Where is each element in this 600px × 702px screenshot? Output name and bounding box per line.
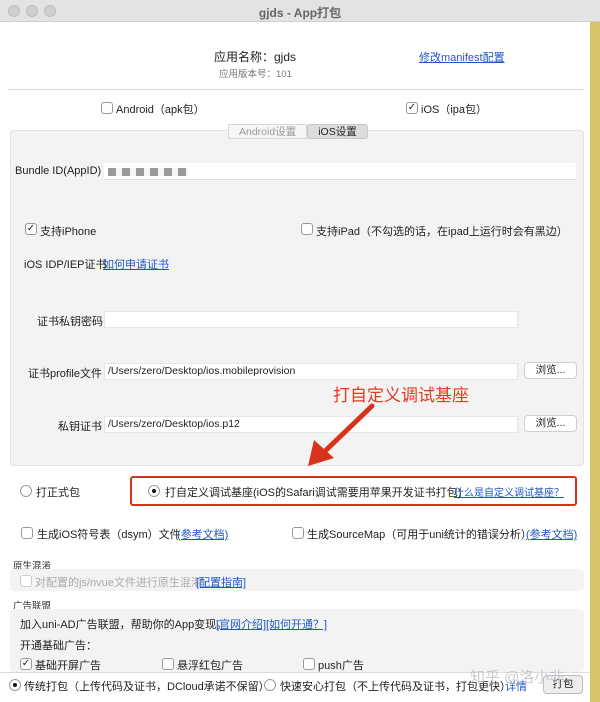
ad-splash-label: 基础开屏广告	[35, 660, 101, 672]
custom-base-radio[interactable]	[148, 485, 160, 497]
ad-redpacket-checkbox[interactable]	[162, 658, 174, 670]
app-version: 应用版本号：101	[219, 69, 292, 80]
scrollbar[interactable]	[590, 22, 600, 702]
dsym-docs-link[interactable]: (参考文档)	[177, 526, 228, 542]
ad-how-link[interactable]: [如何开通？]	[266, 616, 327, 632]
support-iphone-label: 支持iPhone	[40, 226, 97, 238]
native-mix-guide-link[interactable]: [配置指南]	[196, 574, 246, 590]
android-label: Android（apk包）	[116, 104, 205, 116]
formal-package-radio[interactable]	[20, 485, 32, 497]
sourcemap-label: 生成SourceMap（可用于uni统计的错误分析）	[307, 529, 532, 541]
native-mix-checkbox[interactable]	[20, 575, 32, 587]
bundle-id-label: Bundle ID(AppID)	[15, 165, 102, 177]
profile-input[interactable]: /Users/zero/Desktop/ios.mobileprovision	[104, 363, 518, 380]
ad-redpacket-label: 悬浮红包广告	[177, 660, 243, 672]
support-iphone-checkbox[interactable]: ✓	[25, 223, 37, 235]
title-bar: gjds - App打包	[0, 0, 600, 22]
ad-basic-title: 开通基础广告：	[20, 640, 97, 652]
profile-label: 证书profile文件	[28, 368, 102, 380]
private-key-password-input[interactable]	[104, 311, 518, 328]
how-to-apply-cert-link[interactable]: 如何申请证书	[103, 256, 169, 272]
private-key-password-label: 证书私钥密码	[37, 316, 103, 328]
traditional-pack-radio[interactable]	[9, 679, 21, 691]
native-mix-label: 对配置的js/nvue文件进行原生混淆	[35, 577, 202, 589]
private-cert-browse-button[interactable]: 浏览...	[524, 415, 577, 432]
android-checkbox[interactable]	[101, 102, 113, 114]
ios-label: iOS（ipa包）	[421, 104, 488, 116]
annotation-arrow	[308, 403, 375, 466]
formal-package-label: 打正式包	[36, 487, 80, 499]
what-is-custom-base-link[interactable]: 什么是自定义调试基座？	[454, 484, 564, 499]
sourcemap-docs-link[interactable]: (参考文档)	[526, 526, 577, 542]
modify-manifest-link[interactable]: 修改manifest配置	[419, 49, 505, 65]
app-name: 应用名称：gjds	[214, 50, 297, 64]
private-cert-label: 私钥证书	[58, 421, 102, 433]
dsym-checkbox[interactable]	[21, 527, 33, 539]
traditional-pack-label: 传统打包（上传代码及证书，DCloud承诺不保留）	[24, 681, 270, 693]
tab-android-settings[interactable]: Android设置	[228, 124, 308, 139]
platform-tabs: Android设置 iOS设置	[228, 124, 368, 139]
custom-base-label: 打自定义调试基座(iOS的Safari调试需要用苹果开发证书打包)	[165, 487, 462, 499]
ios-cert-label: iOS IDP/IEP证书	[24, 259, 107, 271]
sourcemap-checkbox[interactable]	[292, 527, 304, 539]
ad-intro-link[interactable]: [官网介绍]	[216, 616, 266, 632]
window-title: gjds - App打包	[258, 6, 342, 20]
ad-push-checkbox[interactable]	[303, 658, 315, 670]
ad-intro: 加入uni-AD广告联盟，帮助你的App变现。	[20, 619, 228, 631]
ad-splash-checkbox[interactable]: ✓	[20, 658, 32, 670]
support-ipad-label: 支持iPad（不勾选的话，在ipad上运行时会有黑边）	[316, 226, 568, 238]
ad-push-label: push广告	[318, 660, 364, 672]
divider	[8, 89, 584, 90]
ios-checkbox[interactable]: ✓	[406, 102, 418, 114]
tab-ios-settings[interactable]: iOS设置	[307, 124, 368, 139]
watermark: 知乎 @洛小非	[470, 669, 565, 686]
bundle-id-redacted	[108, 168, 188, 176]
dsym-label: 生成iOS符号表（dsym）文件	[37, 529, 181, 541]
support-ipad-checkbox[interactable]	[301, 223, 313, 235]
fast-pack-radio[interactable]	[264, 679, 276, 691]
profile-browse-button[interactable]: 浏览...	[524, 362, 577, 379]
